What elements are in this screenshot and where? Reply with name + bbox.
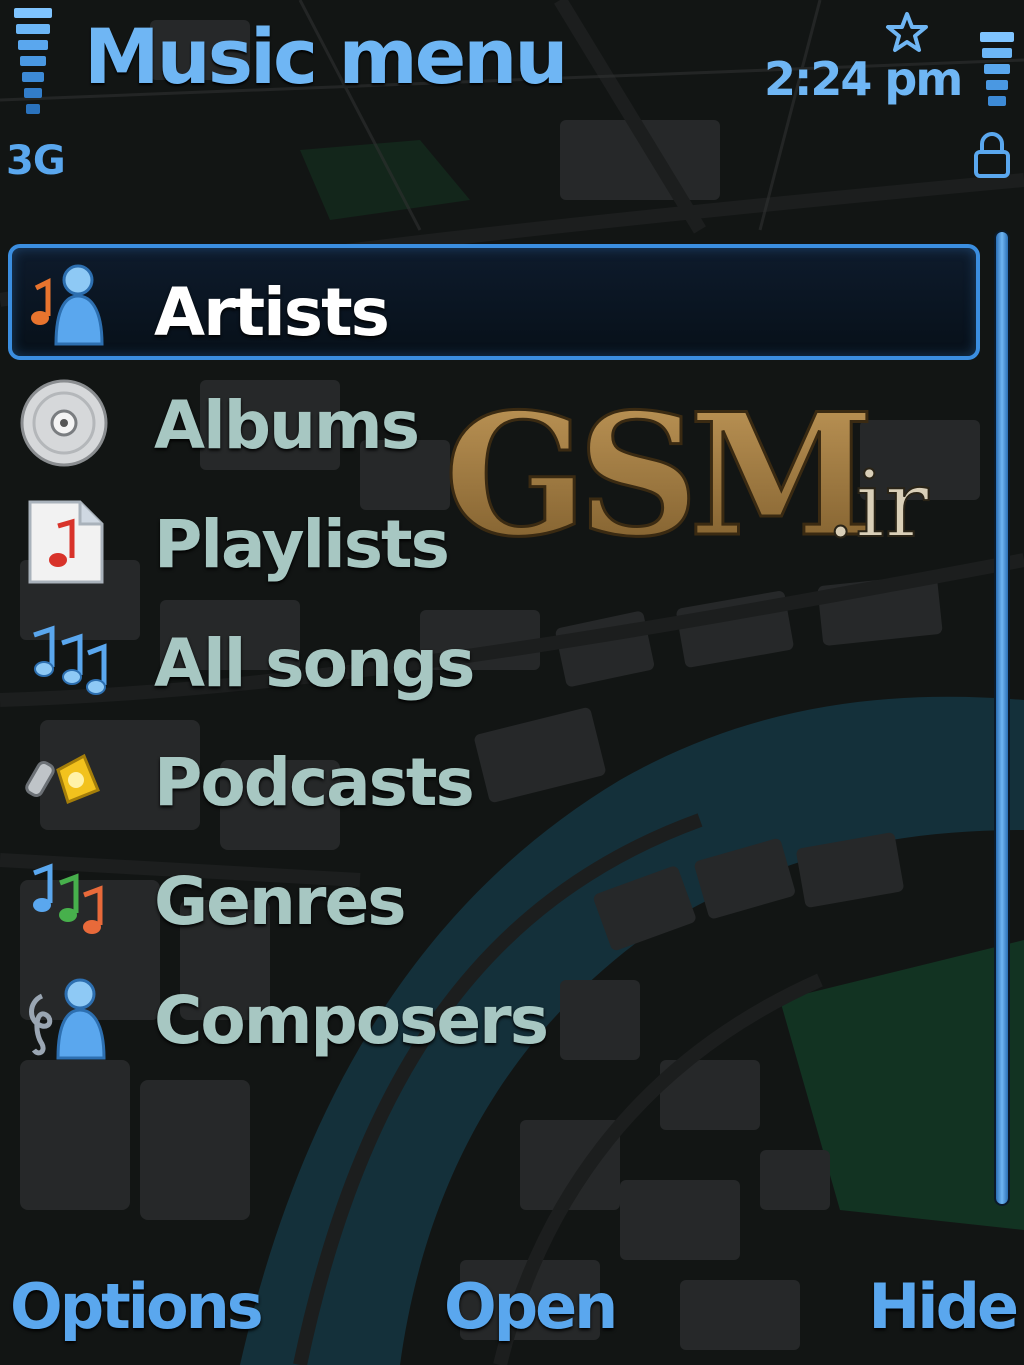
battery-icon — [980, 32, 1014, 106]
composer-icon — [29, 978, 106, 1060]
album-disc-icon — [20, 379, 108, 467]
menu-item-label: Playlists — [154, 506, 450, 583]
menu-item-playlists[interactable]: Playlists — [0, 482, 990, 601]
menu-item-label: Genres — [154, 863, 407, 940]
menu-item-all-songs[interactable]: All songs — [0, 601, 990, 720]
music-menu-screen: GSM .ir 3G Music menu 2:24 pm Artists Al… — [0, 0, 1024, 1365]
clock: 2:24 pm — [764, 52, 963, 106]
menu-item-composers[interactable]: Composers — [0, 958, 990, 1077]
artist-icon — [31, 264, 104, 346]
menu-item-podcasts[interactable]: Podcasts — [0, 720, 990, 839]
menu-item-label: Podcasts — [154, 744, 475, 821]
profile-star-icon — [886, 12, 928, 52]
menu-item-label: Composers — [154, 982, 549, 1059]
page-title: Music menu — [84, 12, 568, 101]
network-type-indicator: 3G — [6, 138, 66, 184]
scrollbar[interactable] — [994, 230, 1010, 1206]
songs-notes-icon — [33, 625, 107, 695]
menu-item-label: Albums — [154, 387, 420, 464]
scroll-thumb[interactable] — [996, 232, 1008, 1204]
open-softkey[interactable]: Open — [444, 1270, 618, 1343]
signal-strength-icon — [14, 8, 52, 114]
menu-item-label: Artists — [154, 274, 390, 351]
podcast-icon — [25, 753, 100, 804]
playlist-icon — [28, 500, 104, 584]
genres-icon — [33, 863, 103, 934]
music-menu-list: Artists Albums Playlists All songs Podca… — [0, 244, 990, 1077]
menu-item-label: All songs — [154, 625, 475, 702]
keypad-lock-icon — [974, 132, 1010, 178]
hide-softkey[interactable]: Hide — [868, 1270, 1019, 1343]
menu-item-artists[interactable]: Artists — [0, 244, 990, 363]
menu-item-albums[interactable]: Albums — [0, 363, 990, 482]
menu-item-genres[interactable]: Genres — [0, 839, 990, 958]
options-softkey[interactable]: Options — [10, 1270, 264, 1343]
